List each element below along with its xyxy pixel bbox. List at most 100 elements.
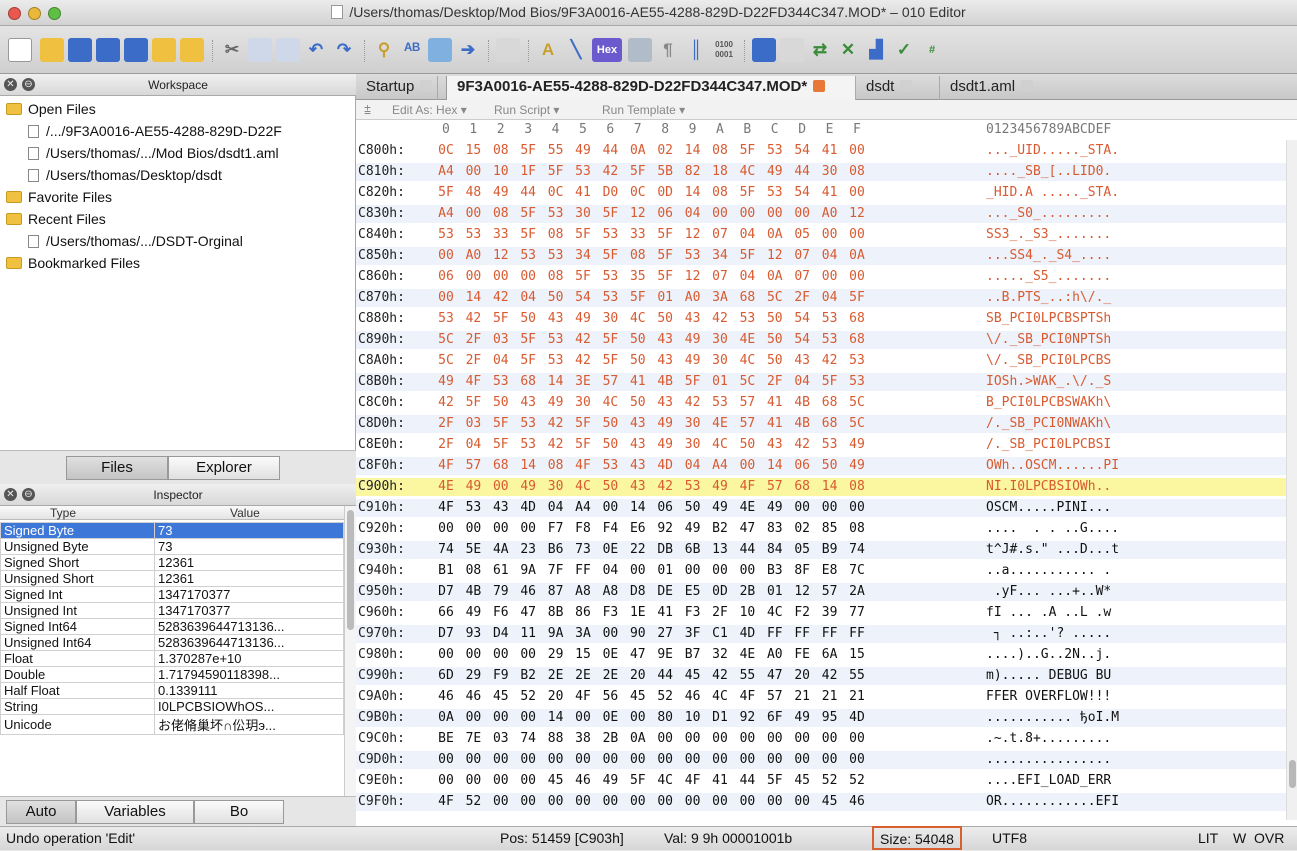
hex-byte[interactable]: 08 <box>492 205 510 223</box>
hex-byte[interactable]: 00 <box>519 751 537 769</box>
hex-byte[interactable]: 00 <box>711 751 729 769</box>
hex-byte[interactable]: 87 <box>547 583 565 601</box>
hex-byte[interactable]: 43 <box>656 331 674 349</box>
highlight-icon[interactable]: ╲ <box>564 38 588 62</box>
hex-byte[interactable]: 30 <box>821 163 839 181</box>
hex-byte[interactable]: 5F <box>656 247 674 265</box>
hex-byte[interactable]: 9A <box>519 562 537 580</box>
hex-byte[interactable]: 00 <box>821 751 839 769</box>
hex-byte[interactable]: 5F <box>547 163 565 181</box>
hex-byte[interactable]: 01 <box>766 583 784 601</box>
hex-byte[interactable]: 00 <box>492 478 510 496</box>
hex-byte[interactable]: 00 <box>629 751 647 769</box>
hex-byte[interactable]: 5F <box>519 142 537 160</box>
hex-byte[interactable]: 27 <box>656 625 674 643</box>
hex-byte[interactable]: 00 <box>738 751 756 769</box>
hex-byte[interactable]: 00 <box>492 751 510 769</box>
hex-byte[interactable]: 5F <box>684 373 702 391</box>
hex-byte[interactable]: 2A <box>848 583 866 601</box>
hex-byte[interactable]: 04 <box>547 499 565 517</box>
hex-byte[interactable]: 00 <box>684 562 702 580</box>
hex-byte[interactable]: 49 <box>519 478 537 496</box>
hex-byte[interactable]: 00 <box>547 751 565 769</box>
hex-byte[interactable]: A0 <box>464 247 482 265</box>
hex-byte[interactable]: B1 <box>437 562 455 580</box>
hex-byte[interactable]: 00 <box>574 793 592 811</box>
hex-byte[interactable]: 4D <box>848 709 866 727</box>
hex-byte[interactable]: 3E <box>574 373 592 391</box>
hex-row[interactable]: C990h: 6D 29 F9 B2 2E 2E 2E 20 44 45 42 55 47 20 42 55 m)… <box>356 667 1286 685</box>
hex-byte[interactable]: 08 <box>464 562 482 580</box>
hex-byte[interactable]: 53 <box>601 268 619 286</box>
hex-byte[interactable]: 4F <box>437 499 455 517</box>
hex-byte[interactable]: 90 <box>629 625 647 643</box>
hex-byte[interactable]: 00 <box>547 793 565 811</box>
hex-byte[interactable]: 00 <box>492 268 510 286</box>
hex-byte[interactable]: 04 <box>684 457 702 475</box>
hex-byte[interactable]: 07 <box>711 226 729 244</box>
hex-byte[interactable]: 43 <box>629 415 647 433</box>
hex-byte[interactable]: 5F <box>738 142 756 160</box>
hex-byte[interactable]: 29 <box>464 667 482 685</box>
hex-byte[interactable]: 4C <box>601 394 619 412</box>
hex-byte[interactable]: 05 <box>793 541 811 559</box>
hex-byte[interactable]: 5F <box>492 310 510 328</box>
hex-byte[interactable]: 8B <box>547 604 565 622</box>
hex-row[interactable]: C860h: 06 00 00 00 08 5F 53 35 5F 12 07 04 0A 07 00 00..… <box>356 268 1286 286</box>
hex-byte[interactable]: 14 <box>821 478 839 496</box>
hex-byte[interactable]: 88 <box>547 730 565 748</box>
tools-icon[interactable]: ✕ <box>836 38 860 62</box>
hex-byte[interactable]: 06 <box>656 205 674 223</box>
hex-byte[interactable]: 74 <box>519 730 537 748</box>
hex-byte[interactable]: 02 <box>793 520 811 538</box>
hex-row[interactable]: C960h: 66 49 F6 47 8B 86 F3 1E 41 F3 2F 10 4C F2 39 77 fI… <box>356 604 1286 622</box>
hex-byte[interactable]: 00 <box>574 709 592 727</box>
hex-byte[interactable]: A0 <box>684 289 702 307</box>
hex-byte[interactable]: 15 <box>464 142 482 160</box>
hex-icon[interactable]: Hex <box>592 38 622 62</box>
hex-row[interactable]: C970h: D7 93 D4 11 9A 3A 00 90 27 3F C1 4D FF FF FF FF ┐… <box>356 625 1286 643</box>
hex-byte[interactable]: 42 <box>711 310 729 328</box>
hex-byte[interactable]: 12 <box>793 583 811 601</box>
status-overwrite-mode[interactable]: OVR <box>1254 827 1284 850</box>
hex-row[interactable]: C920h: 00 00 00 00 F7 F8 F4 E6 92 49 B2 47 83 02 85 08..… <box>356 520 1286 538</box>
hex-byte[interactable]: 00 <box>848 184 866 202</box>
hex-byte[interactable]: 00 <box>821 499 839 517</box>
hex-byte[interactable]: 00 <box>793 205 811 223</box>
hex-byte[interactable]: 74 <box>848 541 866 559</box>
recent-files-group[interactable]: Recent Files <box>0 208 356 230</box>
hex-byte[interactable]: 00 <box>492 646 510 664</box>
hex-byte[interactable]: 35 <box>629 268 647 286</box>
hex-byte[interactable]: 00 <box>492 520 510 538</box>
inspector-value-cell[interactable]: 1347170377 <box>154 586 344 603</box>
hex-byte[interactable]: D4 <box>492 625 510 643</box>
hex-byte[interactable]: 00 <box>711 730 729 748</box>
hex-byte[interactable]: 50 <box>684 499 702 517</box>
hex-byte[interactable]: B3 <box>766 562 784 580</box>
edit-as-dropdown[interactable]: Edit As: Hex ▾ <box>392 100 467 120</box>
hex-byte[interactable]: 0E <box>601 541 619 559</box>
hex-byte[interactable]: 04 <box>492 352 510 370</box>
hex-byte[interactable]: 9E <box>656 646 674 664</box>
inspector-value-cell[interactable]: 1347170377 <box>154 602 344 619</box>
inspector-value-cell[interactable]: 5283639644713136... <box>154 618 344 635</box>
hex-byte[interactable]: 47 <box>766 667 784 685</box>
hex-byte[interactable]: 46 <box>848 793 866 811</box>
hex-byte[interactable]: F9 <box>492 667 510 685</box>
hex-byte[interactable]: 4B <box>464 583 482 601</box>
hex-byte[interactable]: 57 <box>738 394 756 412</box>
hex-byte[interactable]: 00 <box>738 457 756 475</box>
hex-byte[interactable]: 45 <box>547 772 565 790</box>
hex-byte[interactable]: 00 <box>821 226 839 244</box>
copy-icon[interactable] <box>248 38 272 62</box>
status-value[interactable]: Val: 9 9h 00001001b <box>664 827 792 850</box>
hex-byte[interactable]: 00 <box>766 793 784 811</box>
inspector-row[interactable]: Signed Short 12361 <box>0 554 344 571</box>
hex-byte[interactable]: 49 <box>793 709 811 727</box>
hex-byte[interactable]: 30 <box>574 205 592 223</box>
hex-byte[interactable]: 00 <box>601 793 619 811</box>
hex-byte[interactable]: 6F <box>766 709 784 727</box>
hex-byte[interactable]: F6 <box>492 604 510 622</box>
hex-byte[interactable]: 04 <box>519 289 537 307</box>
hex-byte[interactable]: A0 <box>821 205 839 223</box>
